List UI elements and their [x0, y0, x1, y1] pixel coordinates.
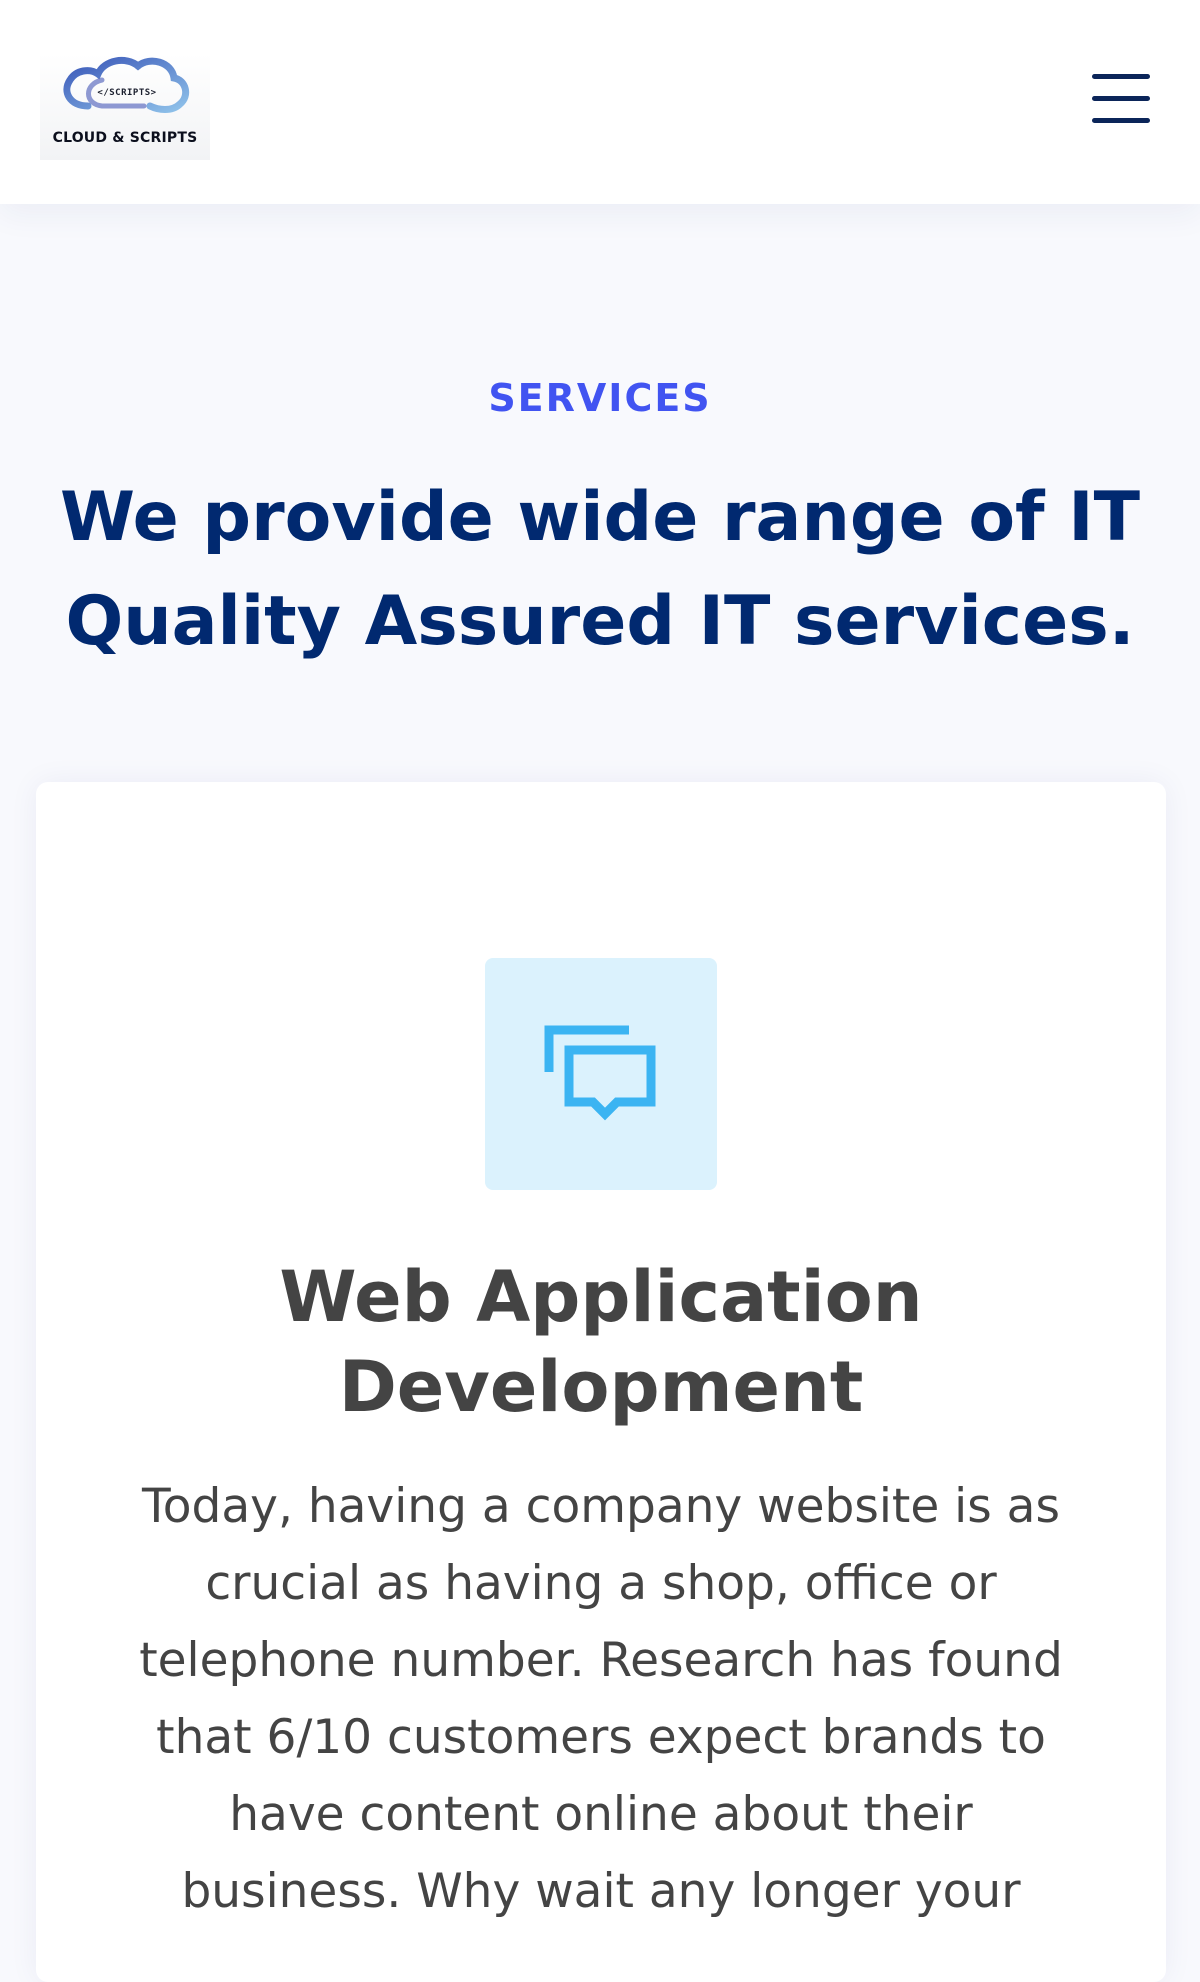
chat-bubbles-icon [544, 1025, 656, 1121]
logo-tagline: </SCRIPTS> [97, 88, 157, 98]
hamburger-menu-icon[interactable] [1088, 70, 1154, 128]
hamburger-line [1092, 96, 1150, 101]
services-section: SERVICES We provide wide range of IT Qua… [0, 204, 1200, 1982]
service-icon-box [485, 958, 717, 1190]
hamburger-line [1092, 74, 1150, 79]
section-eyebrow: SERVICES [488, 376, 712, 420]
hamburger-line [1092, 118, 1150, 123]
site-logo[interactable]: </SCRIPTS> CLOUD & SCRIPTS [40, 54, 210, 160]
section-title: We provide wide range of IT Quality Assu… [60, 478, 1140, 661]
logo-name: CLOUD & SCRIPTS [52, 130, 198, 146]
service-card: Web Application Development Today, havin… [36, 782, 1166, 1982]
service-card-text: Today, having a company website is as cr… [139, 1479, 1063, 1919]
site-header: </SCRIPTS> CLOUD & SCRIPTS [0, 0, 1200, 204]
service-card-title: Web Application Development [279, 1256, 923, 1428]
